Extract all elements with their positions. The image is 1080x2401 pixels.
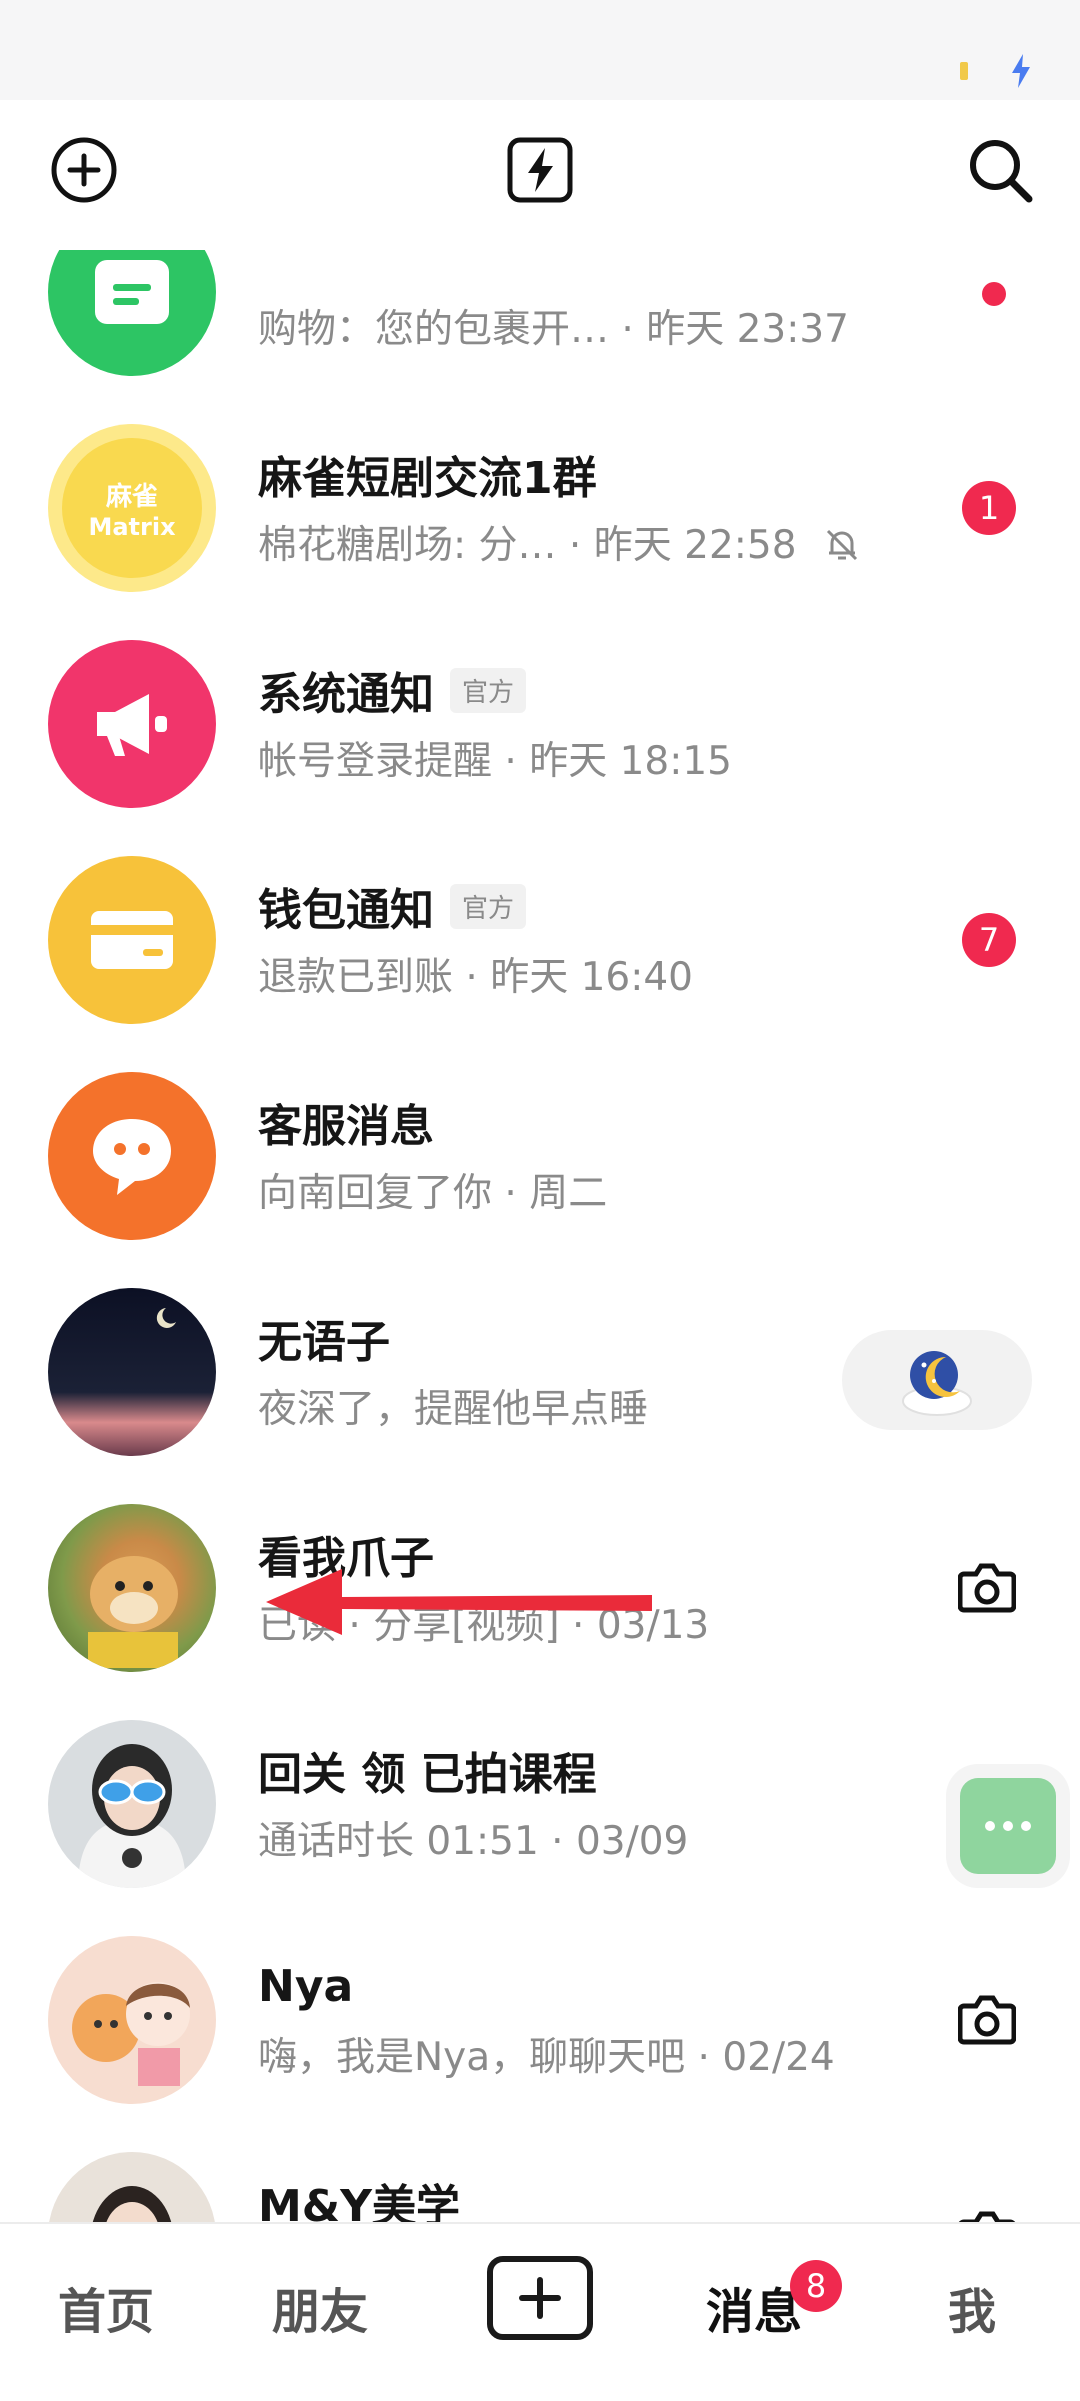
avatar: 麻雀 Matrix [48, 424, 216, 592]
conversation-row[interactable]: 麻雀 Matrix 麻雀短剧交流1群 棉花糖剧场: 分… · 昨天 22:58 … [0, 400, 1080, 616]
lightning-box-icon [507, 137, 573, 203]
bottom-tab-bar: 首页 朋友 消息 8 我 [0, 2222, 1080, 2401]
tab-messages[interactable]: 消息 [706, 2272, 802, 2342]
group-logo: 麻雀 Matrix [62, 438, 202, 578]
conversation-preview: 棉花糖剧场: 分… · 昨天 22:58 [258, 514, 861, 570]
unread-badge: 1 [962, 481, 1016, 535]
official-tag: 官方 [450, 883, 527, 929]
conversation-name: Nya [258, 1960, 354, 2012]
chat-bubble-icon [93, 1119, 171, 1195]
avatar [48, 1072, 216, 1240]
conversation-preview: 嗨，我是Nya，聊聊天吧 · 02/24 [258, 2035, 835, 2080]
conversation-preview: 帐号登录提醒 · 昨天 18:15 [258, 739, 732, 784]
goodnight-sticker-button[interactable] [842, 1330, 1032, 1430]
conversation-preview: 退款已到账 · 昨天 16:40 [258, 955, 693, 1000]
floating-more-button[interactable] [960, 1778, 1056, 1874]
conversation-name: 钱包通知 [258, 885, 434, 936]
conversation-name: 无语子 [258, 1317, 390, 1368]
conversation-row[interactable]: Nya 嗨，我是Nya，聊聊天吧 · 02/24 [0, 1912, 1080, 2128]
avatar [48, 1936, 216, 2104]
red-arrow-annotation [266, 1569, 652, 1635]
search-icon [970, 140, 1033, 203]
tab-me[interactable]: 我 [948, 2272, 996, 2342]
tab-home[interactable]: 首页 [58, 2272, 154, 2342]
conversation-name: M&Y美学 [258, 2181, 461, 2222]
avatar [48, 2152, 216, 2222]
conversation-row[interactable]: 无语子 夜深了，提醒他早点睡 [0, 1264, 1080, 1480]
conversation-row[interactable]: 购物：您的包裹开… · 昨天 23:37 [0, 250, 1080, 400]
avatar [48, 1504, 216, 1672]
conversation-preview: 夜深了，提醒他早点睡 [258, 1387, 649, 1432]
avatar [48, 1720, 216, 1888]
conversation-row[interactable]: 钱包通知 官方 退款已到账 · 昨天 16:40 7 [0, 832, 1080, 1048]
dog-photo [88, 1556, 178, 1668]
conversation-preview: 通话时长 01:51 · 03/09 [258, 1819, 689, 1864]
more-dots-icon [985, 1821, 1031, 1831]
messages-badge: 8 [790, 2260, 842, 2312]
top-bar [0, 100, 1080, 250]
avatar [48, 640, 216, 808]
cartoon-avatar [72, 1982, 190, 2086]
unread-dot [982, 282, 1006, 306]
chat-box-icon [95, 260, 169, 324]
conversation-preview: 购物：您的包裹开… · 昨天 23:37 [258, 307, 849, 352]
girl-photo [78, 1744, 186, 1888]
flash-button[interactable] [498, 128, 582, 212]
tab-friends[interactable]: 朋友 [272, 2272, 368, 2342]
conversation-name: 麻雀短剧交流1群 [258, 453, 597, 504]
conversation-name: 系统通知 [258, 669, 434, 720]
avatar [48, 250, 216, 376]
avatar [48, 1288, 216, 1456]
create-button[interactable] [487, 2256, 593, 2340]
conversation-row[interactable]: 回关 领 已拍课程 通话时长 01:51 · 03/09 [0, 1696, 1080, 1912]
night-sky-photo [156, 1308, 176, 1328]
plus-circle-icon [51, 137, 117, 203]
add-button[interactable] [42, 128, 126, 212]
camera-icon[interactable] [958, 1560, 1016, 1614]
battery-level-icon [960, 62, 968, 80]
unread-badge: 7 [962, 913, 1016, 967]
status-bar [0, 0, 1080, 100]
conversation-name: 客服消息 [258, 1101, 434, 1152]
conversation-row[interactable]: M&Y美学 [0, 2128, 1080, 2222]
charging-icon [1012, 54, 1030, 88]
search-button[interactable] [958, 128, 1042, 212]
conversation-row[interactable]: 系统通知 官方 帐号登录提醒 · 昨天 18:15 [0, 616, 1080, 832]
conversation-name: 回关 领 已拍课程 [258, 1749, 597, 1800]
moon-sleep-icon [902, 1351, 972, 1416]
camera-icon[interactable] [958, 2208, 1016, 2222]
plus-square-icon [519, 2277, 561, 2319]
woman-photo [92, 2186, 172, 2222]
official-tag: 官方 [450, 667, 527, 713]
card-icon [91, 911, 173, 969]
conversation-list[interactable]: 购物：您的包裹开… · 昨天 23:37 麻雀 Matrix 麻雀短剧交流1群 … [0, 250, 1080, 2222]
bell-off-icon [826, 529, 857, 561]
camera-icon[interactable] [958, 1992, 1016, 2046]
conversation-row[interactable]: 客服消息 向南回复了你 · 周二 [0, 1048, 1080, 1264]
megaphone-icon [97, 694, 167, 756]
conversation-preview: 向南回复了你 · 周二 [258, 1171, 608, 1216]
avatar [48, 856, 216, 1024]
